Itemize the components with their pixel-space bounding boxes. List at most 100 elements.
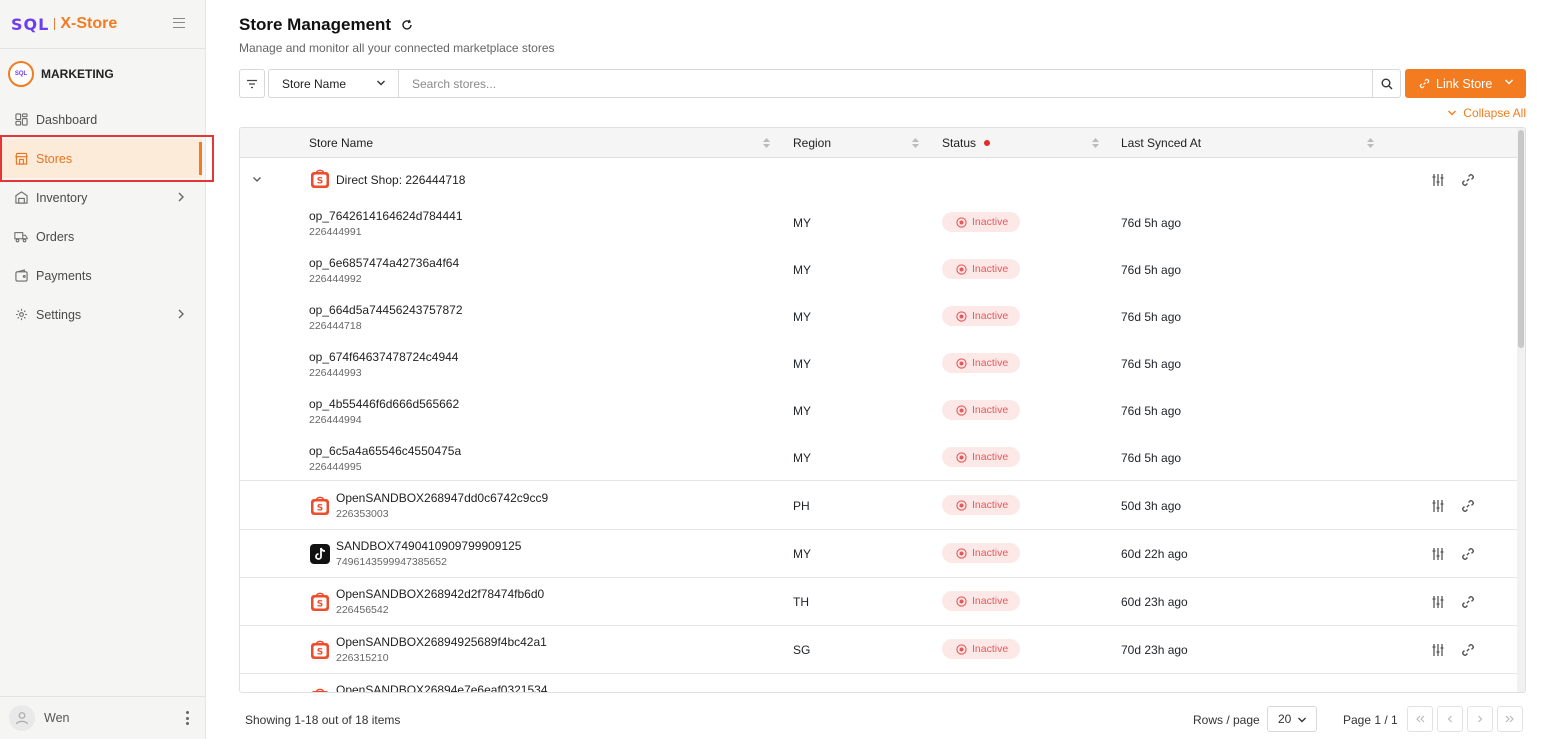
shopee-icon: S xyxy=(311,169,329,188)
column-header-status[interactable]: Status xyxy=(942,128,991,158)
prev-page-button[interactable] xyxy=(1437,706,1463,732)
user-menu[interactable]: Wen xyxy=(0,696,205,739)
store-id: 226444994 xyxy=(309,414,362,426)
user-avatar-icon xyxy=(9,705,35,731)
status-text: Inactive xyxy=(972,357,1009,369)
store-id: 226444991 xyxy=(309,226,362,238)
region-cell: PH xyxy=(793,499,810,513)
settings-sliders-icon[interactable] xyxy=(1431,643,1445,657)
sort-icon[interactable] xyxy=(912,138,919,148)
column-header-last-synced[interactable]: Last Synced At xyxy=(1121,128,1201,158)
sidebar-item-dashboard[interactable]: Dashboard xyxy=(0,100,205,139)
wallet-icon xyxy=(14,269,28,283)
sidebar-item-stores[interactable]: Stores xyxy=(0,139,202,178)
link-icon[interactable] xyxy=(1461,499,1475,513)
status-text: Inactive xyxy=(972,451,1009,463)
settings-sliders-icon[interactable] xyxy=(1431,173,1445,187)
store-id: 226353003 xyxy=(336,508,389,520)
user-name: Wen xyxy=(44,711,70,725)
sidebar-item-settings[interactable]: Settings xyxy=(0,295,205,334)
rows-per-page-label: Rows / page xyxy=(1193,713,1260,727)
link-icon[interactable] xyxy=(1461,547,1475,561)
showing-count: Showing 1-18 out of 18 items xyxy=(245,713,401,727)
store-cell: op_674f64637478724c4944 226444993 xyxy=(309,350,458,379)
column-header-store-name[interactable]: Store Name xyxy=(309,128,373,158)
link-icon[interactable] xyxy=(1461,595,1475,609)
settings-sliders-icon[interactable] xyxy=(1431,691,1445,693)
filter-button[interactable] xyxy=(239,69,265,98)
scrollbar-thumb[interactable] xyxy=(1518,130,1524,348)
table-row[interactable]: op_4b55446f6d666d565662 226444994 MY Inacti… xyxy=(240,387,1518,434)
table-row[interactable]: op_6c5a4a65546c4550475a 226444995 MY Inacti… xyxy=(240,434,1518,481)
region-cell: MY xyxy=(793,547,811,561)
store-name: op_6c5a4a65546c4550475a xyxy=(309,444,462,458)
x-circle-icon xyxy=(956,595,967,607)
org-switcher[interactable]: SQL MARKETING xyxy=(0,49,205,99)
rows-per-page-select[interactable]: 20 xyxy=(1267,706,1317,732)
svg-text:S: S xyxy=(317,648,323,658)
table-scrollbar[interactable] xyxy=(1517,128,1525,692)
status-badge: Inactive xyxy=(942,543,1020,563)
next-page-button[interactable] xyxy=(1467,706,1493,732)
store-cell: OpenSANDBOX26894925689f4bc42a1 226315210 xyxy=(336,635,547,664)
table-row[interactable]: op_7642614164624d784441 226444991 MY Inacti… xyxy=(240,199,1518,246)
settings-sliders-icon[interactable] xyxy=(1431,499,1445,513)
logo-product: X-Store xyxy=(60,15,118,32)
collapse-all-label: Collapse All xyxy=(1463,106,1526,120)
search-field-select[interactable]: Store Name xyxy=(268,69,398,98)
settings-sliders-icon[interactable] xyxy=(1431,595,1445,609)
sort-icon[interactable] xyxy=(1367,138,1374,148)
shopee-icon: S xyxy=(311,640,329,659)
store-name: op_664d5a74456243757872 xyxy=(309,303,463,317)
sort-icon[interactable] xyxy=(763,138,770,148)
svg-text:S: S xyxy=(317,504,323,514)
search-button[interactable] xyxy=(1373,69,1401,98)
status-badge: Inactive xyxy=(942,212,1020,232)
link-store-label: Link Store xyxy=(1436,76,1493,91)
sidebar-item-payments[interactable]: Payments xyxy=(0,256,205,295)
shopee-icon: S xyxy=(311,688,329,692)
table-row[interactable]: op_674f64637478724c4944 226444993 MY Inacti… xyxy=(240,340,1518,387)
inventory-icon xyxy=(14,191,28,205)
link-icon[interactable] xyxy=(1461,691,1475,693)
sidebar-item-inventory[interactable]: Inventory xyxy=(0,178,205,217)
toolbar: Store Name Link Store xyxy=(239,69,1526,98)
status-badge: Inactive xyxy=(942,259,1020,279)
column-label: Last Synced At xyxy=(1121,136,1202,150)
link-icon[interactable] xyxy=(1461,173,1475,187)
store-cell: op_6c5a4a65546c4550475a 226444995 xyxy=(309,444,461,473)
refresh-icon[interactable] xyxy=(401,19,413,31)
search-input[interactable] xyxy=(398,69,1373,98)
svg-text:S: S xyxy=(317,177,323,187)
table-row[interactable]: op_664d5a74456243757872 226444718 MY Inacti… xyxy=(240,293,1518,340)
column-header-region[interactable]: Region xyxy=(793,128,831,158)
settings-sliders-icon[interactable] xyxy=(1431,547,1445,561)
store-id: 7496143599947385652 xyxy=(336,556,447,568)
hamburger-menu-icon[interactable] xyxy=(173,18,185,28)
table-row[interactable]: S OpenSANDBOX268947dd0c6742c9cc9 226353003… xyxy=(240,482,1518,530)
link-store-button[interactable]: Link Store xyxy=(1405,69,1526,98)
collapse-all-button[interactable]: Collapse All xyxy=(1447,106,1526,120)
first-page-button[interactable] xyxy=(1407,706,1433,732)
last-synced-cell: 76d 5h ago xyxy=(1121,404,1182,418)
chevron-down-icon xyxy=(1505,79,1513,85)
store-cell: SANDBOX7490410909799909125 74961435999473… xyxy=(336,539,521,568)
x-circle-icon xyxy=(956,263,967,275)
link-icon[interactable] xyxy=(1461,643,1475,657)
group-row[interactable]: S Direct Shop: 226444718 xyxy=(240,159,1518,199)
sidebar-item-orders[interactable]: Orders xyxy=(0,217,205,256)
table-row[interactable]: op_6e6857474a42736a4f64 226444992 MY Inacti… xyxy=(240,246,1518,293)
table-row[interactable]: SANDBOX7490410909799909125 74961435999473… xyxy=(240,530,1518,578)
table-row[interactable]: S OpenSANDBOX268942d2f78474fb6d0 226456542… xyxy=(240,578,1518,626)
chevron-down-icon xyxy=(377,80,385,86)
last-page-button[interactable] xyxy=(1497,706,1523,732)
status-badge: Inactive xyxy=(942,306,1020,326)
sort-icon[interactable] xyxy=(1092,138,1099,148)
more-options-icon[interactable] xyxy=(186,711,189,725)
status-badge: Inactive xyxy=(942,495,1020,515)
status-badge: Inactive xyxy=(942,639,1020,659)
chevron-down-icon[interactable] xyxy=(252,176,262,183)
table-row[interactable]: S OpenSANDBOX26894925689f4bc42a1 226315210… xyxy=(240,626,1518,674)
table-row[interactable]: S OpenSANDBOX26894e7e6eaf0321534 xyxy=(240,674,1518,693)
region-cell: MY xyxy=(793,357,811,371)
